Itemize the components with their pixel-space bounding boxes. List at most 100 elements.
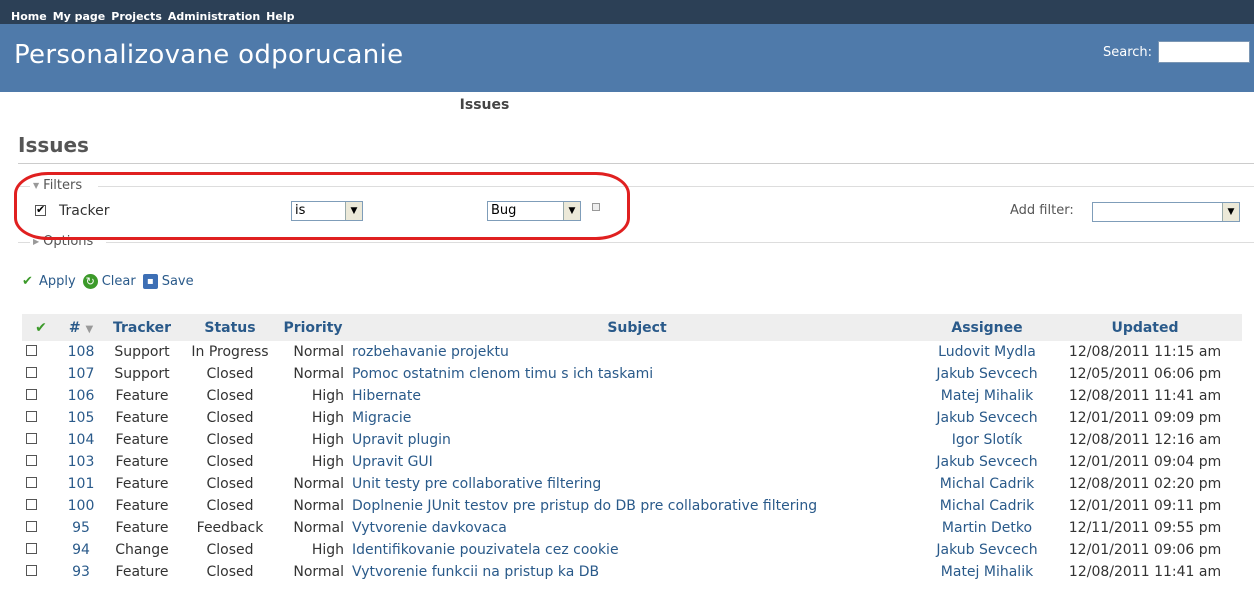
table-row[interactable]: 95 Feature Feedback Normal Vytvorenie davkov… [22,517,1242,539]
issue-tracker: Feature [115,520,169,536]
table-row[interactable]: 101 Feature Closed Normal Unit testy pre col… [22,473,1242,495]
issue-id-link[interactable]: 95 [60,517,102,539]
column-header-id[interactable]: # ▼ [60,314,102,341]
column-header-updated[interactable]: Updated [1048,314,1242,341]
tab-backlog[interactable]: Backlog [182,92,260,116]
top-menu-home[interactable]: Home [11,10,47,24]
issue-id-link[interactable]: 103 [60,451,102,473]
column-header-priority[interactable]: Priority [278,314,348,341]
issue-tracker: Feature [115,564,169,580]
issue-assignee-link[interactable]: Michal Cadrik [926,473,1048,495]
column-header-status[interactable]: Status [182,314,278,341]
issue-assignee-link[interactable]: Jakub Sevcech [926,363,1048,385]
top-menu-projects[interactable]: Projects [111,10,162,24]
query-actions: ✔ Apply ↻ Clear ▪ Save [20,274,194,289]
tab-gantt[interactable]: Gantt [681,92,741,116]
table-row[interactable]: 108 Support In Progress Normal rozbehavanie … [22,341,1242,363]
row-checkbox[interactable] [26,521,37,532]
issue-id-link[interactable]: 94 [60,539,102,561]
issue-subject-link[interactable]: Upravit GUI [348,451,926,473]
row-checkbox[interactable] [26,345,37,356]
table-row[interactable]: 105 Feature Closed High Migracie Jakub Sevcec… [22,407,1242,429]
tab-documents[interactable]: Documents [886,92,991,116]
row-checkbox-cell [22,429,60,451]
issue-id-link[interactable]: 106 [60,385,102,407]
row-checkbox[interactable] [26,433,37,444]
issue-subject-link[interactable]: Identifikovanie pouzivatela cez cookie [348,539,926,561]
issue-assignee-link[interactable]: Jakub Sevcech [926,407,1048,429]
clear-link[interactable]: ↻ Clear [82,274,136,289]
tab-wiki[interactable]: Wi [991,92,1027,116]
top-menu-administration[interactable]: Administration [168,10,260,24]
issue-id-link[interactable]: 101 [60,473,102,495]
issue-subject-link[interactable]: Vytvorenie davkovaca [348,517,926,539]
row-checkbox[interactable] [26,543,37,554]
dropdown-arrow-icon: ▼ [1222,203,1239,221]
select-all-column-header[interactable]: ✔ [22,314,60,341]
row-checkbox-cell [22,385,60,407]
top-menu: Home My page Projects Administration Hel… [0,0,1254,24]
issue-subject-link[interactable]: Vytvorenie funkcii na pristup ka DB [348,561,926,583]
tab-activity[interactable]: Activity [106,92,182,116]
tab-dashboard[interactable]: Dashboard [260,92,361,116]
issue-subject-link[interactable]: Migracie [348,407,926,429]
issue-assignee-link[interactable]: Jakub Sevcech [926,539,1048,561]
search-box: Search: [1103,41,1251,63]
table-row[interactable]: 107 Support Closed Normal Pomoc ostatnim cle… [22,363,1242,385]
tab-new-issue[interactable]: New issue [517,92,613,116]
row-checkbox[interactable] [26,389,37,400]
search-input[interactable] [1158,41,1251,63]
issue-assignee-link[interactable]: Matej Mihalik [926,561,1048,583]
column-header-tracker[interactable]: Tracker [102,314,182,341]
issue-tracker: Feature [115,432,169,448]
add-filter-select[interactable]: ▼ [1092,202,1240,222]
tab-calendar[interactable]: Calendar [741,92,827,116]
column-header-subject[interactable]: Subject [348,314,926,341]
issue-id-link[interactable]: 108 [60,341,102,363]
issue-assignee-link[interactable]: Michal Cadrik [926,495,1048,517]
row-checkbox[interactable] [26,499,37,510]
issue-assignee-link[interactable]: Igor Slotík [926,429,1048,451]
apply-link[interactable]: ✔ Apply [20,274,76,289]
row-checkbox[interactable] [26,367,37,378]
issue-assignee-link[interactable]: Ludovit Mydla [926,341,1048,363]
issue-id-link[interactable]: 105 [60,407,102,429]
table-row[interactable]: 93 Feature Closed Normal Vytvorenie funkcii … [22,561,1242,583]
row-checkbox[interactable] [26,455,37,466]
issue-tracker: Feature [115,410,169,426]
tab-roadmap[interactable]: Roadmap [362,92,452,116]
issue-subject-link[interactable]: rozbehavanie projektu [348,341,926,363]
tab-news[interactable]: News [828,92,886,116]
issue-assignee-link[interactable]: Jakub Sevcech [926,451,1048,473]
row-checkbox[interactable] [26,565,37,576]
issue-subject-link[interactable]: Upravit plugin [348,429,926,451]
row-checkbox-cell [22,473,60,495]
options-border [106,242,1254,243]
table-row[interactable]: 103 Feature Closed High Upravit GUI Jakub Sev… [22,451,1242,473]
table-row[interactable]: 104 Feature Closed High Upravit plugin Igor S… [22,429,1242,451]
table-row[interactable]: 100 Feature Closed Normal Doplnenie JUnit te… [22,495,1242,517]
table-row[interactable]: 94 Change Closed High Identifikovanie pouziv… [22,539,1242,561]
top-menu-my-page[interactable]: My page [53,10,106,24]
issue-id-link[interactable]: 100 [60,495,102,517]
issue-subject-link[interactable]: Doplnenie JUnit testov pre pristup do DB… [348,495,926,517]
row-checkbox[interactable] [26,411,37,422]
issue-assignee-link[interactable]: Martin Detko [926,517,1048,539]
issue-assignee-link[interactable]: Matej Mihalik [926,385,1048,407]
issue-status: Closed [206,476,254,492]
tab-issues[interactable]: Issues [451,92,518,116]
issue-subject-link[interactable]: Unit testy pre collaborative filtering [348,473,926,495]
issue-updated: 12/08/2011 02:20 pm [1068,476,1222,492]
column-header-assignee[interactable]: Assignee [926,314,1048,341]
tab-charts[interactable]: Charts [613,92,681,116]
issue-subject-link[interactable]: Hibernate [348,385,926,407]
issue-subject-link[interactable]: Pomoc ostatnim clenom timu s ich taskami [348,363,926,385]
issue-id-link[interactable]: 104 [60,429,102,451]
issue-id-link[interactable]: 107 [60,363,102,385]
save-link[interactable]: ▪ Save [142,274,194,289]
issue-id-link[interactable]: 93 [60,561,102,583]
table-row[interactable]: 106 Feature Closed High Hibernate Matej Mihal… [22,385,1242,407]
tab-overview[interactable]: Overview [16,92,106,116]
row-checkbox[interactable] [26,477,37,488]
top-menu-help[interactable]: Help [266,10,294,24]
